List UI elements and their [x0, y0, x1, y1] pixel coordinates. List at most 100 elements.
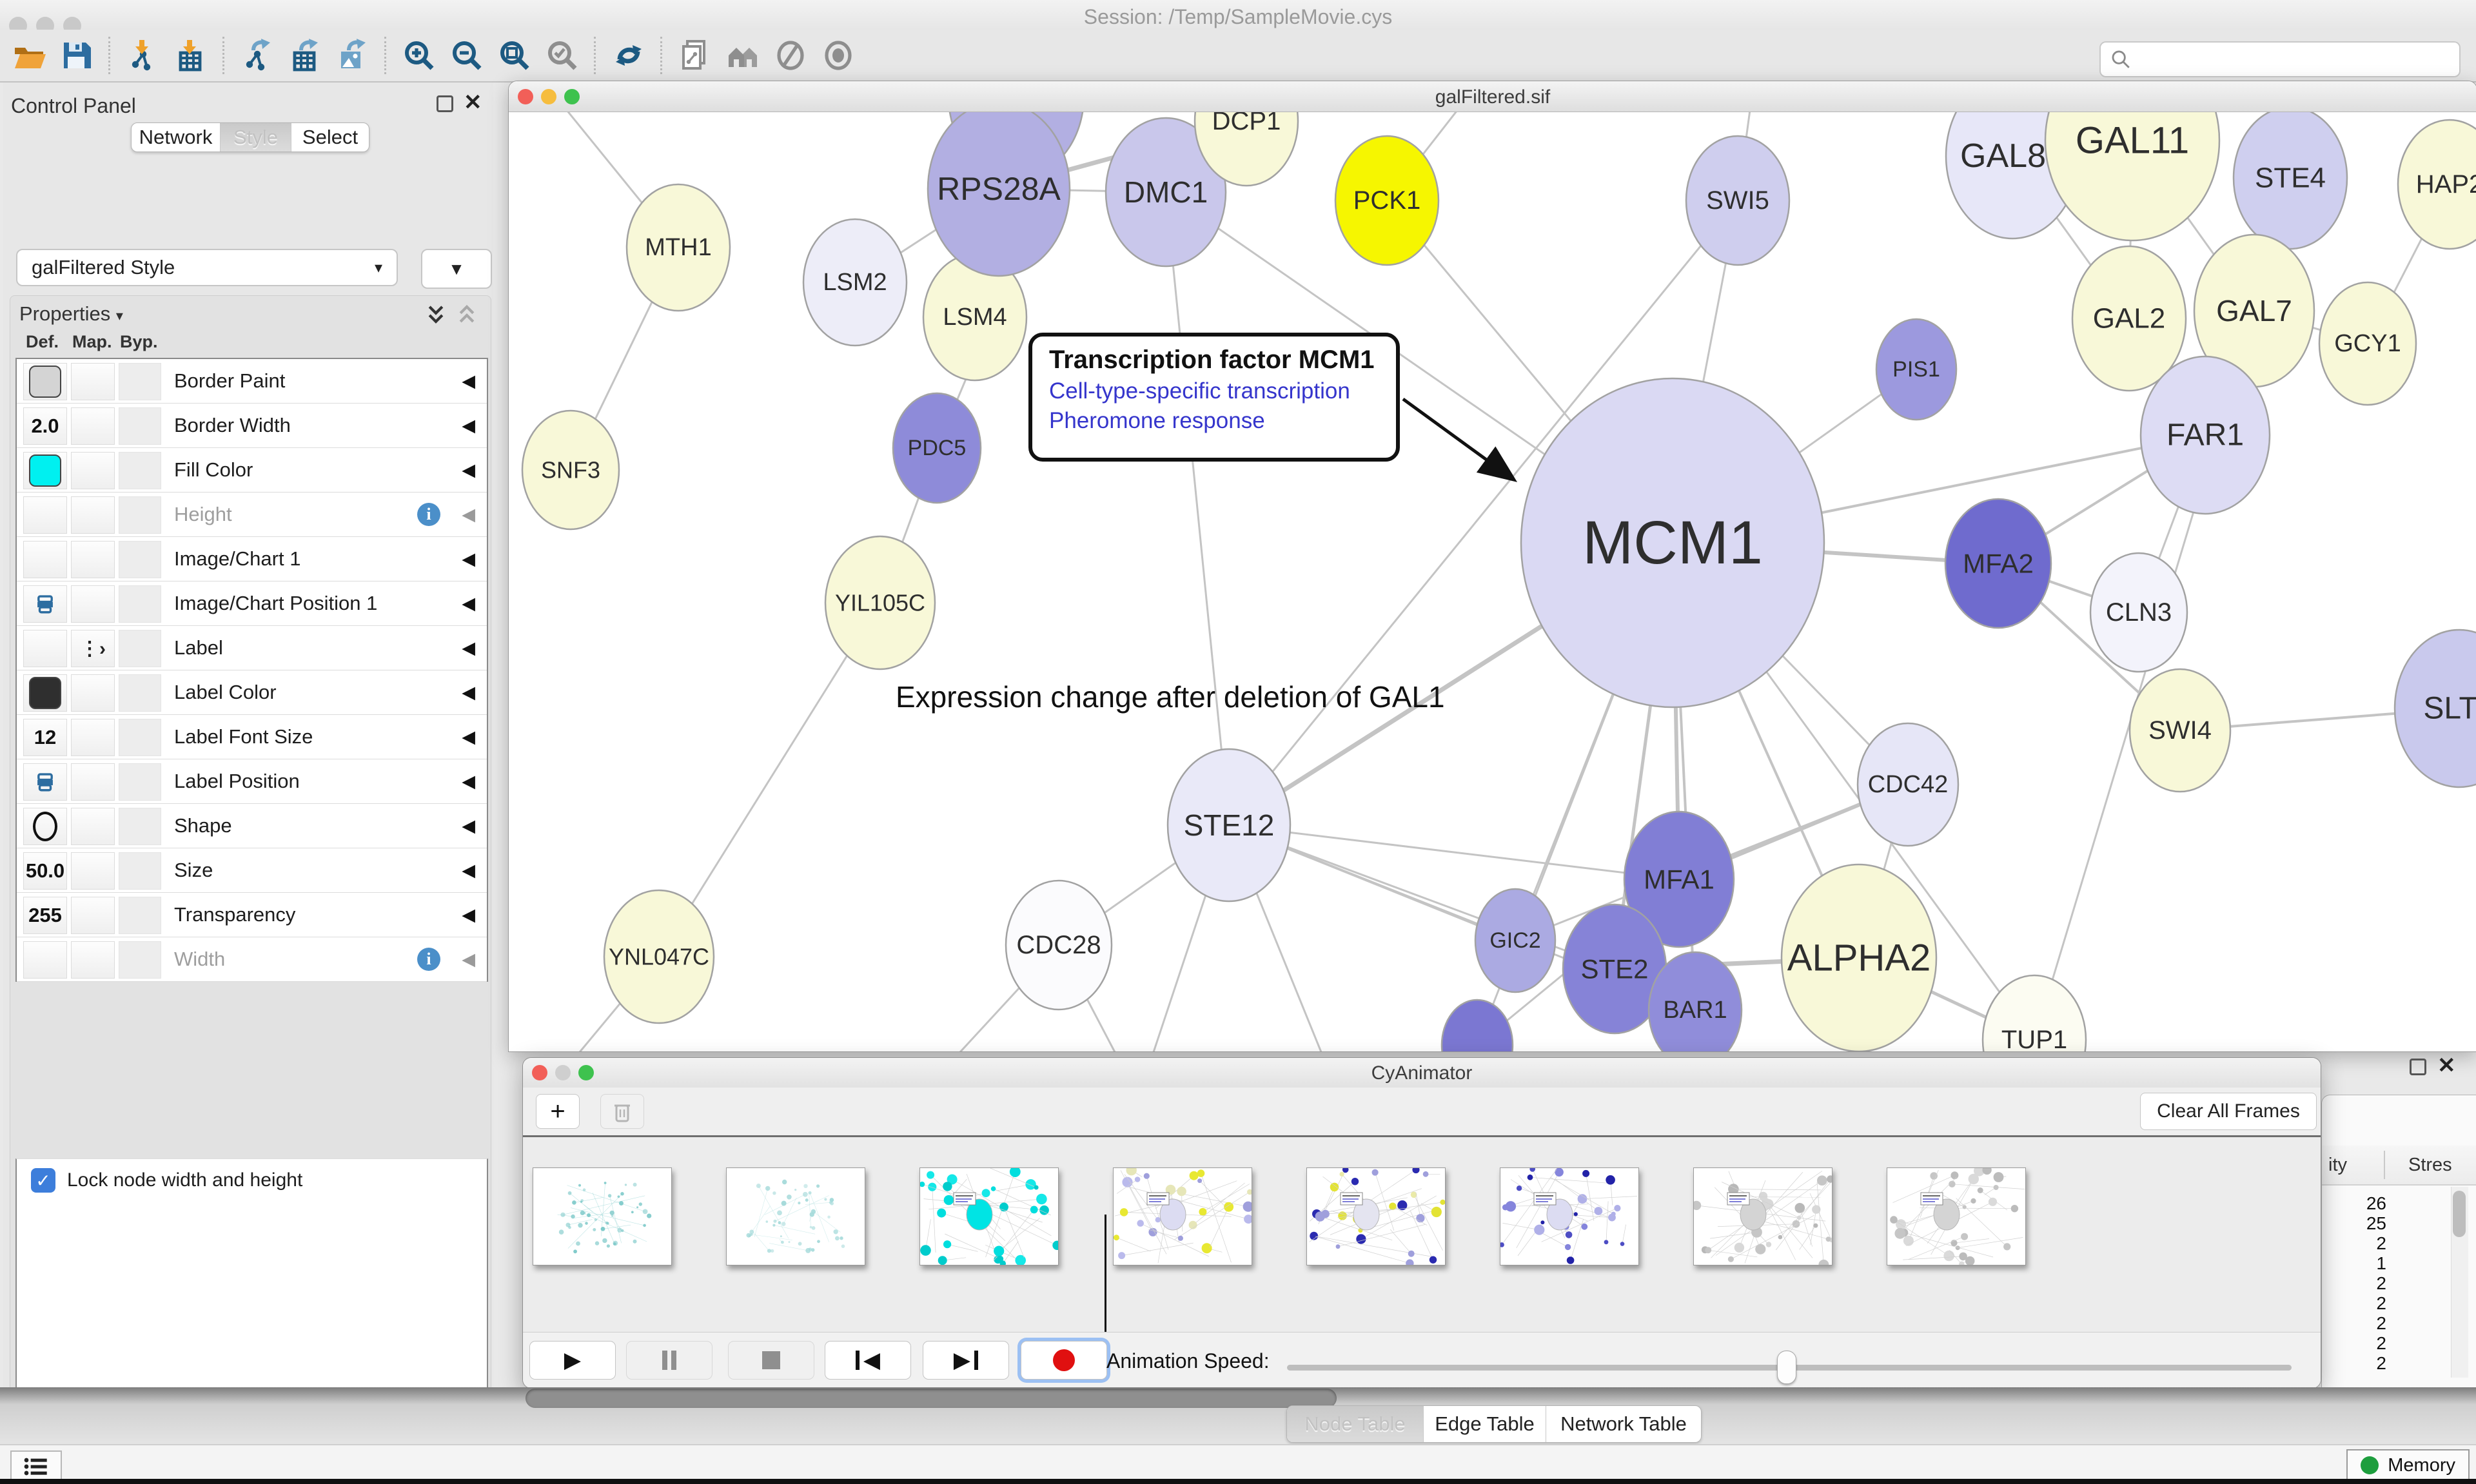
collapse-arrow-icon[interactable]: ◀ — [462, 448, 475, 492]
network-node-mcm1[interactable]: MCM1 — [1521, 378, 1824, 707]
property-row-fill-color[interactable]: Fill Color◀ — [17, 448, 487, 493]
stop-button[interactable] — [728, 1341, 814, 1380]
table-cell-value[interactable]: 2 — [2322, 1273, 2386, 1294]
skip-to-end-button[interactable]: ▶ — [923, 1341, 1009, 1380]
property-row-label-color[interactable]: Label Color◀ — [17, 670, 487, 715]
property-row-size[interactable]: 50.0Size◀ — [17, 848, 487, 893]
table-cell-value[interactable]: 26 — [2322, 1193, 2386, 1214]
network-canvas[interactable]: RPS28BMTH1LSM2LSM4RPS28ADMC1DCP1PCK1SWI5… — [509, 112, 2476, 1051]
bypass-cell[interactable] — [119, 941, 161, 979]
collapse-arrow-icon[interactable]: ◀ — [462, 670, 475, 714]
default-value-cell[interactable] — [23, 363, 67, 400]
bypass-cell[interactable] — [119, 763, 161, 801]
network-node-unlabeled[interactable] — [1442, 1000, 1513, 1051]
mapping-cell[interactable] — [71, 541, 115, 578]
bypass-cell[interactable] — [119, 363, 161, 400]
network-node-cdc28[interactable]: CDC28 — [1006, 881, 1112, 1010]
network-node-cln3[interactable]: CLN3 — [2090, 553, 2187, 672]
collapse-arrow-icon[interactable]: ◀ — [462, 893, 475, 937]
collapse-arrow-icon[interactable]: ◀ — [462, 759, 475, 803]
default-value-cell[interactable] — [23, 763, 67, 801]
style-selector-dropdown[interactable]: galFiltered Style ▾ — [16, 249, 398, 286]
property-row-width[interactable]: Widthi◀ — [17, 937, 487, 982]
default-value-cell[interactable]: 2.0 — [23, 407, 67, 445]
bypass-cell[interactable] — [119, 630, 161, 667]
properties-header[interactable]: Properties ▾ — [19, 302, 123, 326]
frame-thumbnail-7[interactable] — [1887, 1167, 2026, 1265]
collapse-arrow-icon[interactable]: ◀ — [462, 537, 475, 581]
network-node-mfa2[interactable]: MFA2 — [1945, 499, 2051, 628]
record-button[interactable] — [1021, 1341, 1107, 1380]
network-node-ste12[interactable]: STE12 — [1168, 749, 1290, 901]
collapse-arrow-icon[interactable]: ◀ — [462, 581, 475, 625]
network-node-lsm2[interactable]: LSM2 — [803, 219, 907, 346]
play-button[interactable]: ▶ — [529, 1341, 616, 1380]
network-node-swi4[interactable]: SWI4 — [2130, 669, 2230, 792]
tab-node-table[interactable]: Node Table — [1287, 1406, 1424, 1442]
network-window-titlebar[interactable]: galFiltered.sif — [509, 81, 2476, 112]
collapse-all-icon[interactable] — [456, 304, 478, 327]
network-node-hap2[interactable]: HAP2 — [2398, 120, 2476, 249]
default-value-cell[interactable] — [23, 496, 67, 534]
bypass-cell[interactable] — [119, 541, 161, 578]
task-history-button[interactable] — [10, 1450, 62, 1483]
network-node-ynl047c[interactable]: YNL047C — [604, 890, 714, 1023]
frame-thumbnail-4[interactable] — [1306, 1167, 1446, 1265]
default-value-cell[interactable] — [23, 941, 67, 979]
table-cell-value[interactable]: 2 — [2322, 1293, 2386, 1314]
mapping-cell[interactable] — [71, 452, 115, 489]
table-scrollbar-thumb[interactable] — [2453, 1191, 2466, 1237]
property-row-label-position[interactable]: Label Position◀ — [17, 759, 487, 804]
table-cell-value[interactable]: 2 — [2322, 1233, 2386, 1254]
property-row-image-chart-position-1[interactable]: Image/Chart Position 1◀ — [17, 581, 487, 626]
frame-thumbnail-1[interactable] — [726, 1167, 865, 1265]
network-node-pck1[interactable]: PCK1 — [1335, 136, 1439, 265]
mapping-cell[interactable] — [71, 496, 115, 534]
table-cell-value[interactable]: 2 — [2322, 1333, 2386, 1354]
column-divider[interactable] — [2384, 1151, 2385, 1179]
import-table-icon[interactable] — [170, 35, 211, 76]
default-value-cell[interactable] — [23, 541, 67, 578]
mapping-cell[interactable]: ⋮› — [71, 630, 115, 667]
open-session-icon[interactable] — [8, 35, 50, 76]
collapse-arrow-icon[interactable]: ◀ — [462, 493, 475, 536]
bypass-cell[interactable] — [119, 897, 161, 934]
frame-thumbnail-6[interactable] — [1693, 1167, 1832, 1265]
collapse-arrow-icon[interactable]: ◀ — [462, 848, 475, 892]
network-node-cdc42[interactable]: CDC42 — [1858, 723, 1958, 846]
cyanimator-titlebar[interactable]: CyAnimator — [523, 1058, 2321, 1088]
close-table-panel-icon[interactable]: ✕ — [2437, 1057, 2454, 1074]
default-value-cell[interactable] — [23, 808, 67, 845]
network-node-pis1[interactable]: PIS1 — [1876, 319, 1956, 420]
bypass-cell[interactable] — [119, 719, 161, 756]
first-neighbors-icon[interactable] — [722, 35, 763, 76]
collapse-arrow-icon[interactable]: ◀ — [462, 359, 475, 403]
bypass-cell[interactable] — [119, 852, 161, 890]
duplicate-network-icon[interactable] — [674, 35, 716, 76]
lock-size-checkbox[interactable]: ✓ — [31, 1168, 55, 1193]
mapping-cell[interactable] — [71, 363, 115, 400]
skip-to-start-button[interactable]: ◀ — [825, 1341, 911, 1380]
collapse-arrow-icon[interactable]: ◀ — [462, 804, 475, 848]
close-panel-icon[interactable]: ✕ — [464, 94, 480, 111]
collapse-arrow-icon[interactable]: ◀ — [462, 626, 475, 670]
network-node-yil105c[interactable]: YIL105C — [825, 536, 935, 669]
collapse-arrow-icon[interactable]: ◀ — [462, 937, 475, 981]
bypass-cell[interactable] — [119, 407, 161, 445]
frame-thumbnail-3[interactable] — [1113, 1167, 1252, 1265]
table-cell-value[interactable]: 1 — [2322, 1253, 2386, 1274]
canvas-caption-text[interactable]: Expression change after deletion of GAL1 — [896, 679, 1445, 714]
bypass-cell[interactable] — [119, 585, 161, 623]
property-row-border-paint[interactable]: Border Paint◀ — [17, 359, 487, 404]
collapse-arrow-icon[interactable]: ◀ — [462, 715, 475, 759]
annotation-link[interactable]: Cell-type-specific transcription — [1049, 378, 1396, 404]
add-frame-button[interactable]: + — [536, 1094, 580, 1129]
pause-button[interactable] — [626, 1341, 712, 1380]
network-node-gcy1[interactable]: GCY1 — [2319, 282, 2416, 405]
info-icon[interactable]: i — [417, 948, 440, 971]
network-node-far1[interactable]: FAR1 — [2141, 356, 2270, 514]
horizontal-scrollbar-thumb[interactable] — [526, 1389, 1337, 1408]
float-panel-icon[interactable] — [437, 95, 453, 112]
zoom-fit-icon[interactable] — [494, 35, 535, 76]
zoom-in-icon[interactable] — [398, 35, 440, 76]
